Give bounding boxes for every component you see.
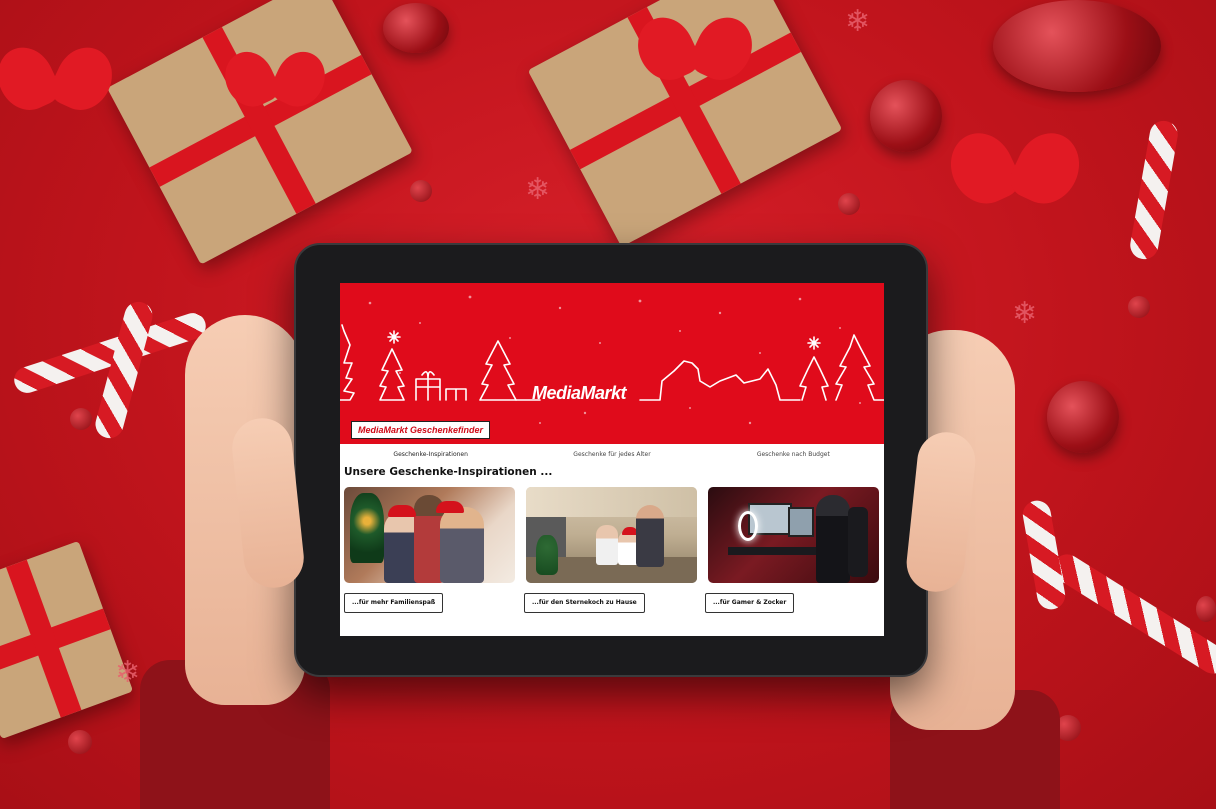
berry-decoration xyxy=(838,193,860,215)
gift-box-decoration xyxy=(107,0,413,265)
berry-decoration xyxy=(410,180,432,202)
snowflake-icon: ❄ xyxy=(525,172,551,207)
christmas-background: ❄ ❄ ❄ ❄ MediaMarkt MediaMarkt Geschenkef… xyxy=(0,0,1216,809)
candy-cane-decoration xyxy=(92,298,156,442)
geschenkefinder-badge: MediaMarkt Geschenkefinder xyxy=(351,421,491,439)
tab-geschenke-inspirationen[interactable]: Geschenke-Inspirationen xyxy=(340,447,521,463)
tab-geschenke-fuer-jedes-alter[interactable]: Geschenke für jedes Alter xyxy=(521,447,702,463)
category-tabs: Geschenke-Inspirationen Geschenke für je… xyxy=(340,447,884,463)
banner-illustration xyxy=(340,295,884,425)
familienspass-button[interactable]: ...für mehr Familienspaß xyxy=(344,593,444,613)
sternekoch-button[interactable]: ...für den Sternekoch zu Hause xyxy=(524,593,645,613)
inspiration-cards: ...für mehr Familienspaß ...für den Ster… xyxy=(344,487,880,613)
berry-decoration xyxy=(1128,296,1150,318)
ornament-decoration xyxy=(1047,381,1119,453)
bow-decoration xyxy=(952,132,1078,211)
berry-decoration xyxy=(1196,596,1216,622)
gamer-zocker-button[interactable]: ...für Gamer & Zocker xyxy=(705,593,795,613)
snowflake-icon: ❄ xyxy=(845,4,871,39)
tab-geschenke-nach-budget[interactable]: Geschenke nach Budget xyxy=(703,447,884,463)
bow-decoration xyxy=(226,51,324,113)
tablet-screen: MediaMarkt MediaMarkt Geschenkefinder Ge… xyxy=(340,283,884,636)
candy-cane-decoration xyxy=(1047,549,1216,679)
berry-decoration xyxy=(68,730,92,754)
family-photo-icon[interactable] xyxy=(344,487,515,583)
section-title: Unsere Geschenke-Inspirationen ... xyxy=(344,466,553,478)
candy-cane-decoration xyxy=(1128,118,1180,262)
bow-decoration xyxy=(639,17,751,87)
snowflake-icon: ❄ xyxy=(115,655,141,690)
berry-decoration xyxy=(70,408,92,430)
gamer-photo-icon[interactable] xyxy=(708,487,879,583)
kitchen-photo-icon[interactable] xyxy=(526,487,697,583)
bow-decoration xyxy=(0,47,111,117)
christmas-banner: MediaMarkt MediaMarkt Geschenkefinder xyxy=(340,283,884,444)
snowflake-icon: ❄ xyxy=(1012,296,1038,331)
ornament-decoration xyxy=(383,3,449,53)
tablet-device: MediaMarkt MediaMarkt Geschenkefinder Ge… xyxy=(294,243,928,677)
mediamarkt-logo[interactable]: MediaMarkt xyxy=(532,383,627,404)
ornament-decoration xyxy=(870,80,942,152)
gift-box-decoration xyxy=(0,540,134,740)
ornament-decoration xyxy=(993,0,1161,92)
